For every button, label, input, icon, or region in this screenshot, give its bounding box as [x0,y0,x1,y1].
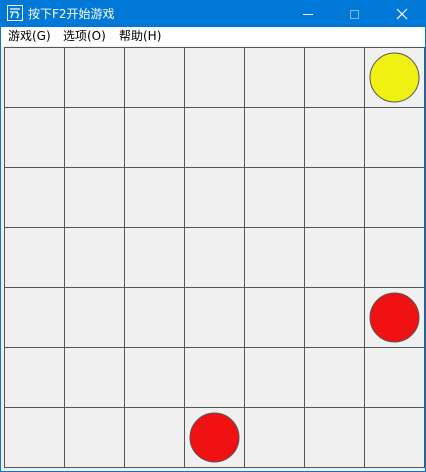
board-cell[interactable] [184,287,245,348]
board-cell[interactable] [184,47,245,108]
game-board[interactable] [4,46,425,469]
board-cell[interactable] [244,227,305,288]
board-cell[interactable] [304,347,365,408]
board-cell[interactable] [184,107,245,168]
board-cell[interactable] [64,107,125,168]
board-cell[interactable] [184,347,245,408]
menu-bar: 游戏(G) 选项(O) 帮助(H) [1,27,425,46]
board-cell[interactable] [124,347,185,408]
board-grid[interactable] [4,46,425,469]
app-icon [7,5,23,21]
board-cell[interactable] [244,407,305,468]
close-icon [396,8,408,20]
board-cell[interactable] [64,47,125,108]
board-cell[interactable] [304,227,365,288]
board-cell[interactable] [364,107,425,168]
yellow-piece [369,52,420,103]
minimize-icon [303,13,313,15]
board-cell[interactable] [64,407,125,468]
game-window: 按下F2开始游戏 游戏(G) 选项(O) 帮助(H) [0,0,426,472]
close-button[interactable] [379,1,425,27]
board-cell[interactable] [4,407,65,468]
board-cell[interactable] [244,347,305,408]
board-cell[interactable] [4,347,65,408]
board-cell[interactable] [304,47,365,108]
window-title: 按下F2开始游戏 [28,7,115,21]
board-cell[interactable] [364,167,425,228]
board-cell[interactable] [364,347,425,408]
board-cell[interactable] [64,347,125,408]
board-cell[interactable] [364,227,425,288]
board-cell[interactable] [244,47,305,108]
red-piece [189,412,240,463]
board-cell[interactable] [304,107,365,168]
board-cell[interactable] [244,167,305,228]
board-cell[interactable] [304,407,365,468]
board-cell[interactable] [244,287,305,348]
board-cell[interactable] [124,287,185,348]
red-piece [369,292,420,343]
maximize-icon [349,9,359,19]
board-cell[interactable] [124,407,185,468]
board-cell[interactable] [4,107,65,168]
board-cell[interactable] [4,227,65,288]
board-cell[interactable] [184,167,245,228]
maximize-button[interactable] [331,1,377,27]
board-cell[interactable] [4,167,65,228]
board-cell[interactable] [64,287,125,348]
board-cell[interactable] [304,287,365,348]
menu-game[interactable]: 游戏(G) [8,29,51,44]
board-cell[interactable] [124,227,185,288]
minimize-button[interactable] [285,1,331,27]
board-cell[interactable] [4,47,65,108]
board-cell[interactable] [4,287,65,348]
board-cell[interactable] [64,167,125,228]
board-cell[interactable] [124,167,185,228]
board-cell[interactable] [64,227,125,288]
title-bar[interactable]: 按下F2开始游戏 [1,1,425,27]
board-cell[interactable] [364,407,425,468]
board-cell[interactable] [124,47,185,108]
board-cell[interactable] [304,167,365,228]
menu-options[interactable]: 选项(O) [63,29,106,44]
board-cell[interactable] [184,227,245,288]
board-cell[interactable] [124,107,185,168]
menu-help[interactable]: 帮助(H) [119,29,161,44]
board-cell[interactable] [244,107,305,168]
